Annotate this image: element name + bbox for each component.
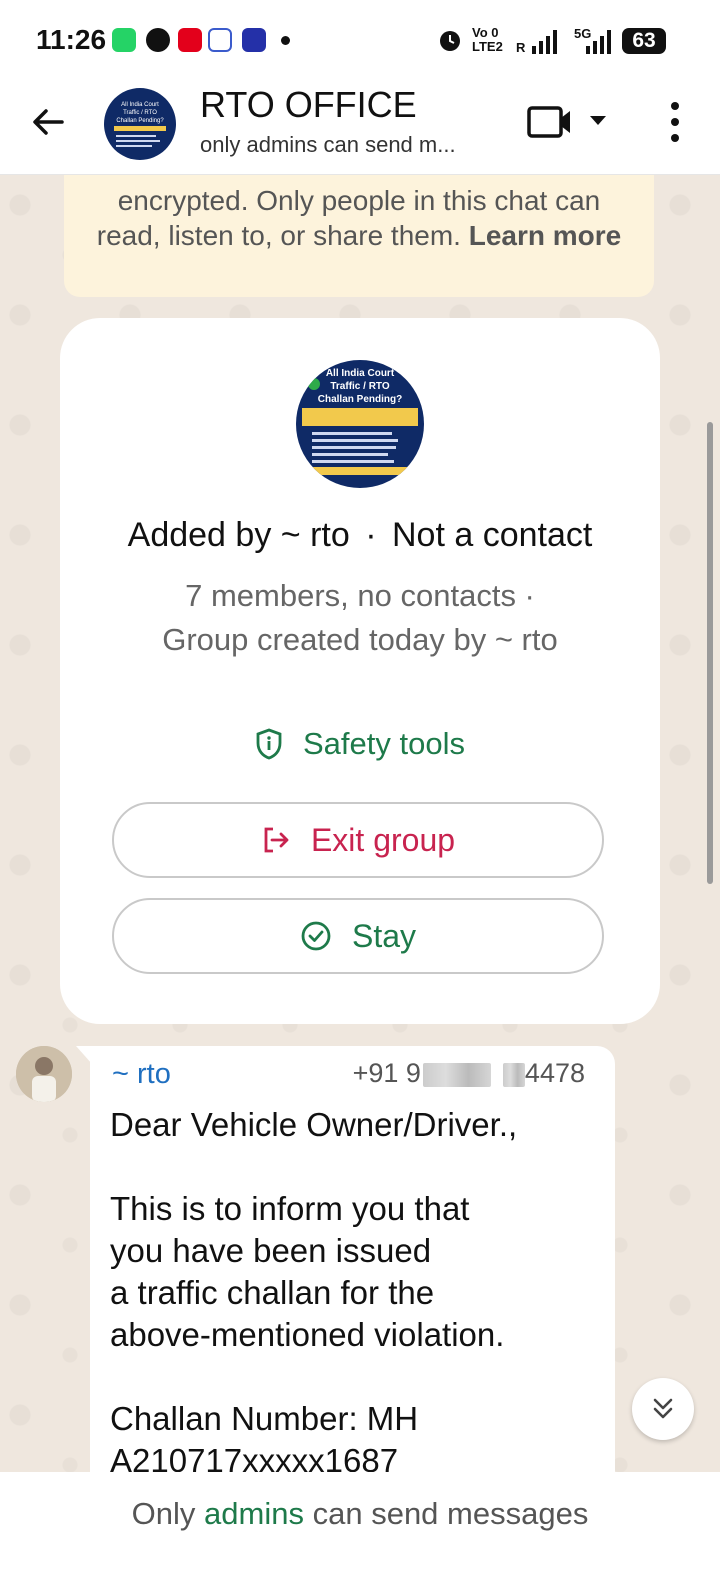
app-icon xyxy=(242,28,266,52)
chat-header: All India Court Traffic / RTO Challan Pe… xyxy=(0,80,720,175)
svg-text:All India Court: All India Court xyxy=(326,368,395,379)
group-created: Group created today by ~ rto xyxy=(162,622,558,657)
network-label: Vo 0 LTE2 xyxy=(472,25,503,54)
whatsapp-icon xyxy=(112,28,136,52)
added-by-line: Added by ~ rto · Not a contact xyxy=(60,516,660,555)
admins-only-footer: Only admins can send messages xyxy=(0,1472,720,1570)
exit-icon xyxy=(264,827,289,853)
status-bar: 11:26 Vo 0 LTE2 R 5G 63 xyxy=(0,0,720,80)
sender-phone: +91 9 4478 xyxy=(352,1058,585,1088)
footer-prefix: Only xyxy=(131,1496,196,1531)
separator-dot: · xyxy=(365,516,377,554)
double-chevron-down-icon xyxy=(653,1398,673,1419)
message-text: Dear Vehicle Owner/Driver., This is to i… xyxy=(110,1106,518,1479)
signal-5g-icon xyxy=(586,30,611,54)
notification-dot xyxy=(281,36,290,45)
exit-group-button[interactable]: Exit group xyxy=(112,802,604,878)
learn-more-link[interactable]: Learn more xyxy=(469,220,622,251)
bag-icon xyxy=(178,28,202,52)
redacted-digits xyxy=(502,1062,525,1087)
sender-avatar[interactable] xyxy=(16,1046,72,1102)
battery-indicator: 63 xyxy=(622,28,666,54)
footer-suffix: can send messages xyxy=(312,1496,589,1531)
members-count: 7 members, no contacts · xyxy=(185,578,535,613)
shield-icon xyxy=(256,728,282,760)
alarm-icon xyxy=(440,31,460,51)
encryption-notice[interactable]: encrypted. Only people in this chat can … xyxy=(64,175,654,297)
exit-group-label: Exit group xyxy=(310,821,456,858)
chevron-down-icon xyxy=(590,116,606,125)
redacted-digits xyxy=(422,1062,491,1087)
admins-link[interactable]: admins xyxy=(204,1496,304,1531)
signal-icon xyxy=(532,30,557,54)
added-by-text: Added by ~ rto xyxy=(127,516,350,554)
group-avatar[interactable]: All India Court Traffic / RTO Challan Pe… xyxy=(104,88,176,160)
more-options-icon[interactable] xyxy=(660,100,690,144)
qr-icon xyxy=(208,28,232,52)
status-time: 11:26 xyxy=(36,24,107,55)
group-info-avatar: All India Court Traffic / RTO Challan Pe… xyxy=(296,360,424,488)
group-subtitle[interactable]: only admins can send m... xyxy=(200,132,456,158)
stay-label: Stay xyxy=(351,917,417,954)
svg-text:Challan Pending?: Challan Pending? xyxy=(116,118,164,124)
video-call-icon xyxy=(527,106,570,138)
message-bubble[interactable]: ~ rto +91 9 4478 Dear Vehicle Owner/Drive… xyxy=(90,1046,615,1479)
safety-tools-button[interactable]: Safety tools xyxy=(60,726,660,762)
svg-text:All India Court: All India Court xyxy=(121,102,159,108)
safety-tools-label: Safety tools xyxy=(303,726,465,761)
group-title[interactable]: RTO OFFICE xyxy=(200,84,417,126)
svg-text:Challan Pending?: Challan Pending? xyxy=(318,394,402,405)
group-meta: 7 members, no contacts · Group created t… xyxy=(60,574,660,662)
scrollbar[interactable] xyxy=(707,422,713,884)
check-circle-icon xyxy=(301,921,331,951)
svg-text:Traffic / RTO: Traffic / RTO xyxy=(123,110,157,116)
not-contact-text: Not a contact xyxy=(392,516,593,554)
message-icon xyxy=(146,28,170,52)
scroll-to-bottom-button[interactable] xyxy=(632,1378,694,1440)
roaming-label: R xyxy=(516,40,526,55)
stay-button[interactable]: Stay xyxy=(112,898,604,974)
back-arrow-icon[interactable] xyxy=(28,102,68,142)
group-info-card: All India Court Traffic / RTO Challan Pe… xyxy=(60,318,660,1024)
sender-name[interactable]: ~ rto xyxy=(112,1058,171,1091)
svg-text:Traffic / RTO: Traffic / RTO xyxy=(330,381,389,392)
